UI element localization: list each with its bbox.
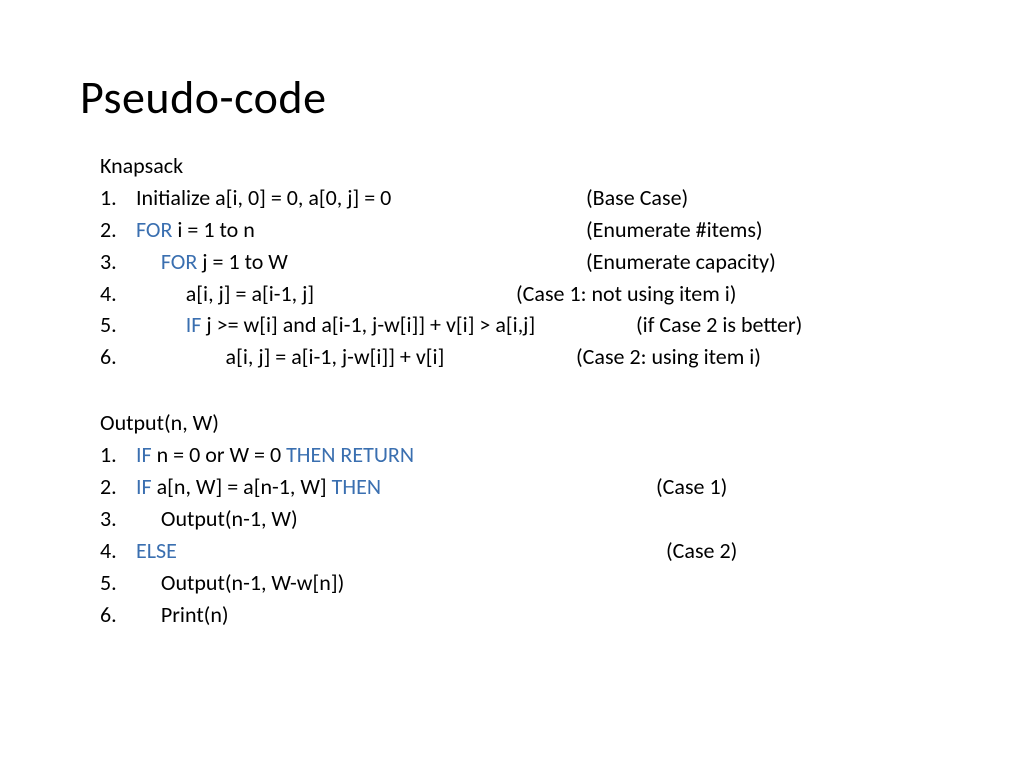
keyword-for: FOR bbox=[136, 216, 172, 243]
code-comment: (Case 1) bbox=[656, 471, 944, 503]
slide: Pseudo-code Knapsack 1. Initialize a[i, … bbox=[0, 0, 1024, 670]
line-number: 3. bbox=[100, 503, 136, 535]
block1-heading: Knapsack bbox=[100, 150, 944, 182]
keyword-if: IF bbox=[136, 473, 152, 500]
line-number: 4. bbox=[100, 535, 136, 567]
code-line: 1. Initialize a[i, 0] = 0, a[0, j] = 0 (… bbox=[100, 182, 944, 214]
line-number: 4. bbox=[100, 278, 136, 310]
code-line: 6. Print(n) bbox=[100, 599, 944, 631]
code-comment: (Base Case) bbox=[586, 182, 944, 214]
line-number: 6. bbox=[100, 599, 136, 631]
code-comment: (Enumerate capacity) bbox=[586, 246, 944, 278]
line-number: 2. bbox=[100, 214, 136, 246]
code-text: Print(n) bbox=[136, 599, 586, 631]
code-comment: (Case 1: not using item i) bbox=[516, 278, 944, 310]
line-number: 2. bbox=[100, 471, 136, 503]
keyword-for: FOR bbox=[161, 248, 197, 275]
code-line: 6. a[i, j] = a[i-1, j-w[i]] + v[i] (Case… bbox=[100, 341, 944, 373]
line-number: 3. bbox=[100, 246, 136, 278]
block2-heading: Output(n, W) bbox=[100, 407, 944, 439]
code-text: FOR j = 1 to W bbox=[136, 246, 586, 278]
code-text: Output(n-1, W) bbox=[136, 503, 586, 535]
slide-title: Pseudo-code bbox=[80, 70, 944, 126]
line-number: 1. bbox=[100, 439, 136, 471]
code-text: IF a[n, W] = a[n-1, W] THEN bbox=[136, 471, 656, 503]
code-text: a[i, j] = a[i-1, j] bbox=[136, 278, 516, 310]
code-line: 3. FOR j = 1 to W (Enumerate capacity) bbox=[100, 246, 944, 278]
code-text: Output(n-1, W-w[n]) bbox=[136, 567, 586, 599]
keyword-then: THEN bbox=[332, 473, 381, 500]
code-text: IF n = 0 or W = 0 THEN RETURN bbox=[136, 439, 586, 471]
code-line: 4. a[i, j] = a[i-1, j] (Case 1: not usin… bbox=[100, 278, 944, 310]
code-line: 4. ELSE (Case 2) bbox=[100, 535, 944, 567]
code-text: a[i, j] = a[i-1, j-w[i]] + v[i] bbox=[136, 341, 576, 373]
pseudocode-block-2: Output(n, W) 1. IF n = 0 or W = 0 THEN R… bbox=[100, 407, 944, 630]
code-line: 5. Output(n-1, W-w[n]) bbox=[100, 567, 944, 599]
code-text: ELSE bbox=[136, 535, 666, 567]
line-number: 5. bbox=[100, 567, 136, 599]
code-comment: (Enumerate #items) bbox=[586, 214, 944, 246]
code-comment: (if Case 2 is better) bbox=[636, 309, 944, 341]
line-number: 5. bbox=[100, 309, 136, 341]
keyword-else: ELSE bbox=[136, 537, 177, 564]
keyword-if: IF bbox=[136, 441, 152, 468]
code-comment: (Case 2: using item i) bbox=[576, 341, 944, 373]
code-line: 1. IF n = 0 or W = 0 THEN RETURN bbox=[100, 439, 944, 471]
line-number: 6. bbox=[100, 341, 136, 373]
code-text: IF j >= w[i] and a[i-1, j-w[i]] + v[i] >… bbox=[136, 309, 636, 341]
code-line: 3. Output(n-1, W) bbox=[100, 503, 944, 535]
code-line: 2. IF a[n, W] = a[n-1, W] THEN (Case 1) bbox=[100, 471, 944, 503]
keyword-if: IF bbox=[186, 311, 202, 338]
code-text: Initialize a[i, 0] = 0, a[0, j] = 0 bbox=[136, 182, 586, 214]
code-text: FOR i = 1 to n bbox=[136, 214, 586, 246]
line-number: 1. bbox=[100, 182, 136, 214]
code-line: 2. FOR i = 1 to n (Enumerate #items) bbox=[100, 214, 944, 246]
code-comment: (Case 2) bbox=[666, 535, 944, 567]
keyword-then-return: THEN RETURN bbox=[286, 441, 414, 468]
pseudocode-block-1: Knapsack 1. Initialize a[i, 0] = 0, a[0,… bbox=[100, 150, 944, 373]
code-line: 5. IF j >= w[i] and a[i-1, j-w[i]] + v[i… bbox=[100, 309, 944, 341]
